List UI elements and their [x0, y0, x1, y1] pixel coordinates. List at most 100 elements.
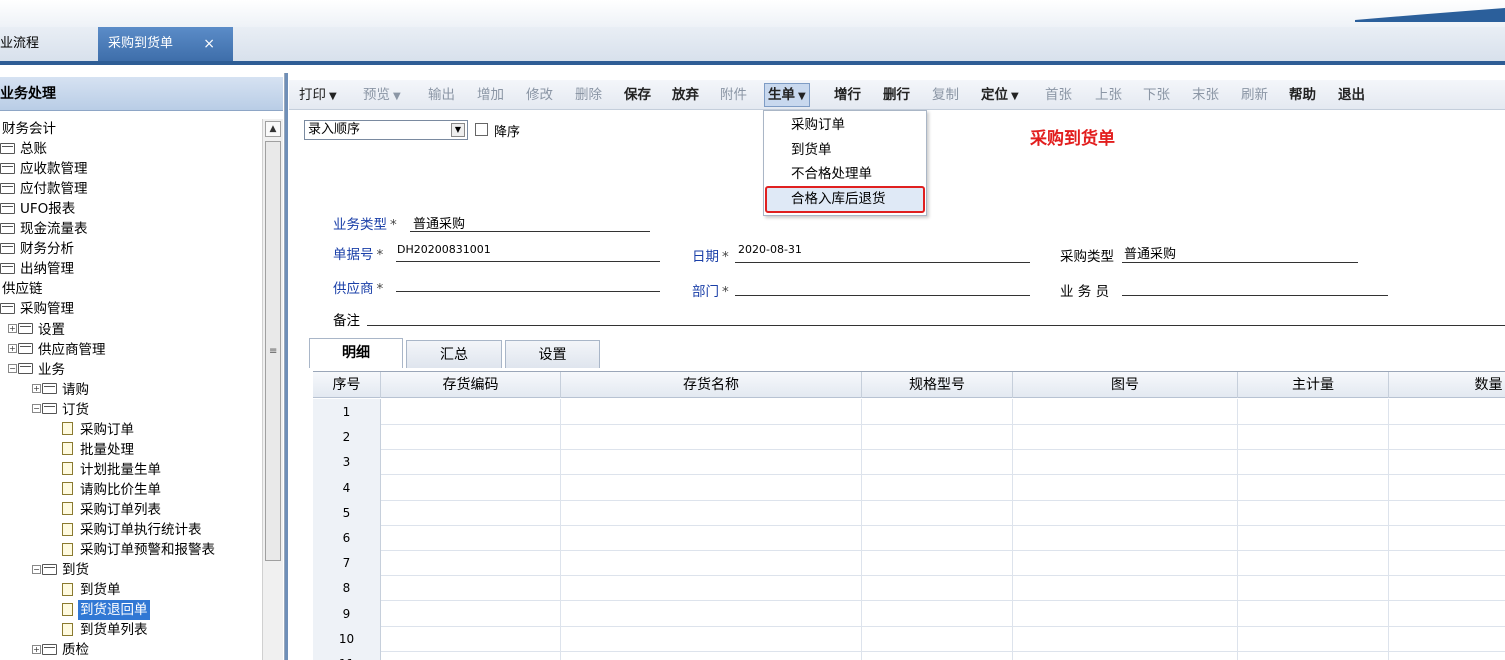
scroll-up-icon[interactable]: ▲ [265, 121, 281, 137]
tree-item[interactable]: 请购比价生单 [62, 480, 163, 500]
table-cell[interactable] [1013, 399, 1238, 425]
table-cell[interactable] [1238, 474, 1389, 501]
generate-button[interactable]: 生单 ▼ [764, 83, 810, 107]
first-button[interactable]: 首张 [1045, 85, 1072, 105]
table-row[interactable]: 6 [313, 525, 1505, 551]
tree-item[interactable]: − 到货 [32, 560, 91, 580]
copy-button[interactable]: 复制 [932, 85, 959, 105]
panel-splitter[interactable] [285, 73, 288, 660]
tree-item[interactable]: + 供应商管理 [8, 340, 108, 360]
tree-item[interactable]: 采购管理 [0, 299, 76, 319]
column-header[interactable]: 主计量 [1238, 372, 1389, 398]
chevron-down-icon[interactable]: ▼ [451, 123, 465, 137]
table-cell[interactable] [862, 474, 1013, 501]
table-cell[interactable] [862, 399, 1013, 425]
table-cell[interactable] [561, 499, 862, 526]
table-cell[interactable] [1238, 525, 1389, 551]
modify-button[interactable]: 修改 [526, 85, 553, 105]
tree-item[interactable]: 应付款管理 [0, 179, 90, 199]
output-button[interactable]: 输出 [428, 85, 455, 105]
table-cell[interactable] [381, 525, 561, 551]
tree-item[interactable]: 采购订单列表 [62, 500, 163, 520]
table-row[interactable]: 7 [313, 550, 1505, 577]
table-cell[interactable] [1238, 575, 1389, 602]
tree-item[interactable]: 到货单 [62, 580, 123, 600]
table-cell[interactable] [1389, 626, 1505, 652]
tab-summary[interactable]: 汇总 [406, 340, 502, 368]
table-cell[interactable] [1389, 424, 1505, 450]
table-cell[interactable] [381, 474, 561, 501]
table-cell[interactable] [381, 550, 561, 577]
table-cell[interactable] [1013, 424, 1238, 451]
tab-settings[interactable]: 设置 [505, 340, 600, 368]
tree-item[interactable]: 应收款管理 [0, 159, 90, 179]
table-cell[interactable] [862, 550, 1013, 577]
delete-button[interactable]: 删除 [575, 85, 602, 105]
chevron-down-icon[interactable]: ▼ [1011, 91, 1019, 102]
table-cell[interactable] [1238, 424, 1389, 451]
table-cell[interactable] [381, 449, 561, 476]
table-cell[interactable] [862, 499, 1013, 526]
tree-item[interactable]: UFO报表 [0, 199, 77, 219]
menu-item-purchase-order[interactable]: 采购订单 [791, 115, 845, 135]
table-cell[interactable] [1389, 449, 1505, 475]
tree-scrollbar[interactable]: ▲ ≡ [262, 119, 283, 660]
table-cell[interactable] [381, 600, 561, 627]
table-cell[interactable] [862, 424, 1013, 451]
table-cell[interactable] [862, 625, 1013, 652]
table-cell[interactable] [381, 625, 561, 652]
table-cell[interactable] [862, 575, 1013, 602]
column-header[interactable]: 序号 [313, 372, 381, 398]
tree-item[interactable]: + 请购 [32, 380, 91, 400]
remark-field[interactable] [367, 325, 1505, 326]
table-cell[interactable] [1013, 474, 1238, 501]
chevron-down-icon[interactable]: ▼ [329, 91, 337, 102]
table-cell[interactable] [381, 399, 561, 425]
sort-order-select[interactable]: 录入顺序 ▼ [304, 120, 468, 140]
table-cell[interactable] [1238, 651, 1389, 660]
print-button[interactable]: 打印 ▼ [299, 85, 337, 105]
table-cell[interactable] [1389, 651, 1505, 660]
collapse-icon[interactable]: − [8, 364, 17, 374]
menu-item-nonconforming[interactable]: 不合格处理单 [791, 164, 872, 184]
tree-item[interactable]: 财务会计 [0, 119, 58, 139]
table-cell[interactable] [381, 424, 561, 451]
table-cell[interactable] [1389, 601, 1505, 627]
attach-button[interactable]: 附件 [720, 85, 747, 105]
tree-item[interactable]: 供应链 [0, 279, 45, 299]
table-cell[interactable] [1238, 625, 1389, 652]
tree-item[interactable]: 采购订单执行统计表 [62, 520, 204, 540]
table-row[interactable]: 1 [313, 399, 1505, 425]
table-cell[interactable] [1013, 651, 1238, 660]
exit-button[interactable]: 退出 [1338, 85, 1365, 105]
table-cell[interactable] [862, 600, 1013, 627]
tree-item[interactable]: 到货单列表 [62, 620, 150, 640]
table-cell[interactable] [1238, 550, 1389, 577]
table-cell[interactable] [1013, 625, 1238, 652]
table-cell[interactable] [1389, 500, 1505, 526]
table-cell[interactable] [1389, 399, 1505, 425]
tree-item[interactable]: 现金流量表 [0, 219, 90, 239]
date-field[interactable]: 2020-08-31 [738, 243, 802, 256]
table-cell[interactable] [1013, 449, 1238, 476]
table-cell[interactable] [381, 499, 561, 526]
table-cell[interactable] [862, 449, 1013, 476]
add-button[interactable]: 增加 [477, 85, 504, 105]
tree-item[interactable]: + 质检 [32, 640, 91, 660]
table-cell[interactable] [381, 575, 561, 602]
expand-icon[interactable]: + [32, 644, 41, 654]
table-row[interactable]: 5 [313, 499, 1505, 526]
menu-item-arrival-note[interactable]: 到货单 [791, 140, 832, 160]
menu-item-return-after-stock[interactable]: 合格入库后退货 [791, 189, 886, 209]
table-cell[interactable] [561, 651, 862, 660]
column-header[interactable]: 规格型号 [862, 372, 1013, 398]
last-button[interactable]: 末张 [1192, 85, 1219, 105]
table-row[interactable]: 10 [313, 625, 1505, 652]
table-row[interactable]: 11 [313, 651, 1505, 660]
column-header[interactable]: 存货编码 [381, 372, 561, 398]
table-cell[interactable] [561, 625, 862, 652]
discard-button[interactable]: 放弃 [672, 85, 699, 105]
column-header[interactable]: 数量 [1389, 372, 1505, 398]
table-cell[interactable] [1389, 575, 1505, 601]
table-cell[interactable] [1238, 399, 1389, 425]
